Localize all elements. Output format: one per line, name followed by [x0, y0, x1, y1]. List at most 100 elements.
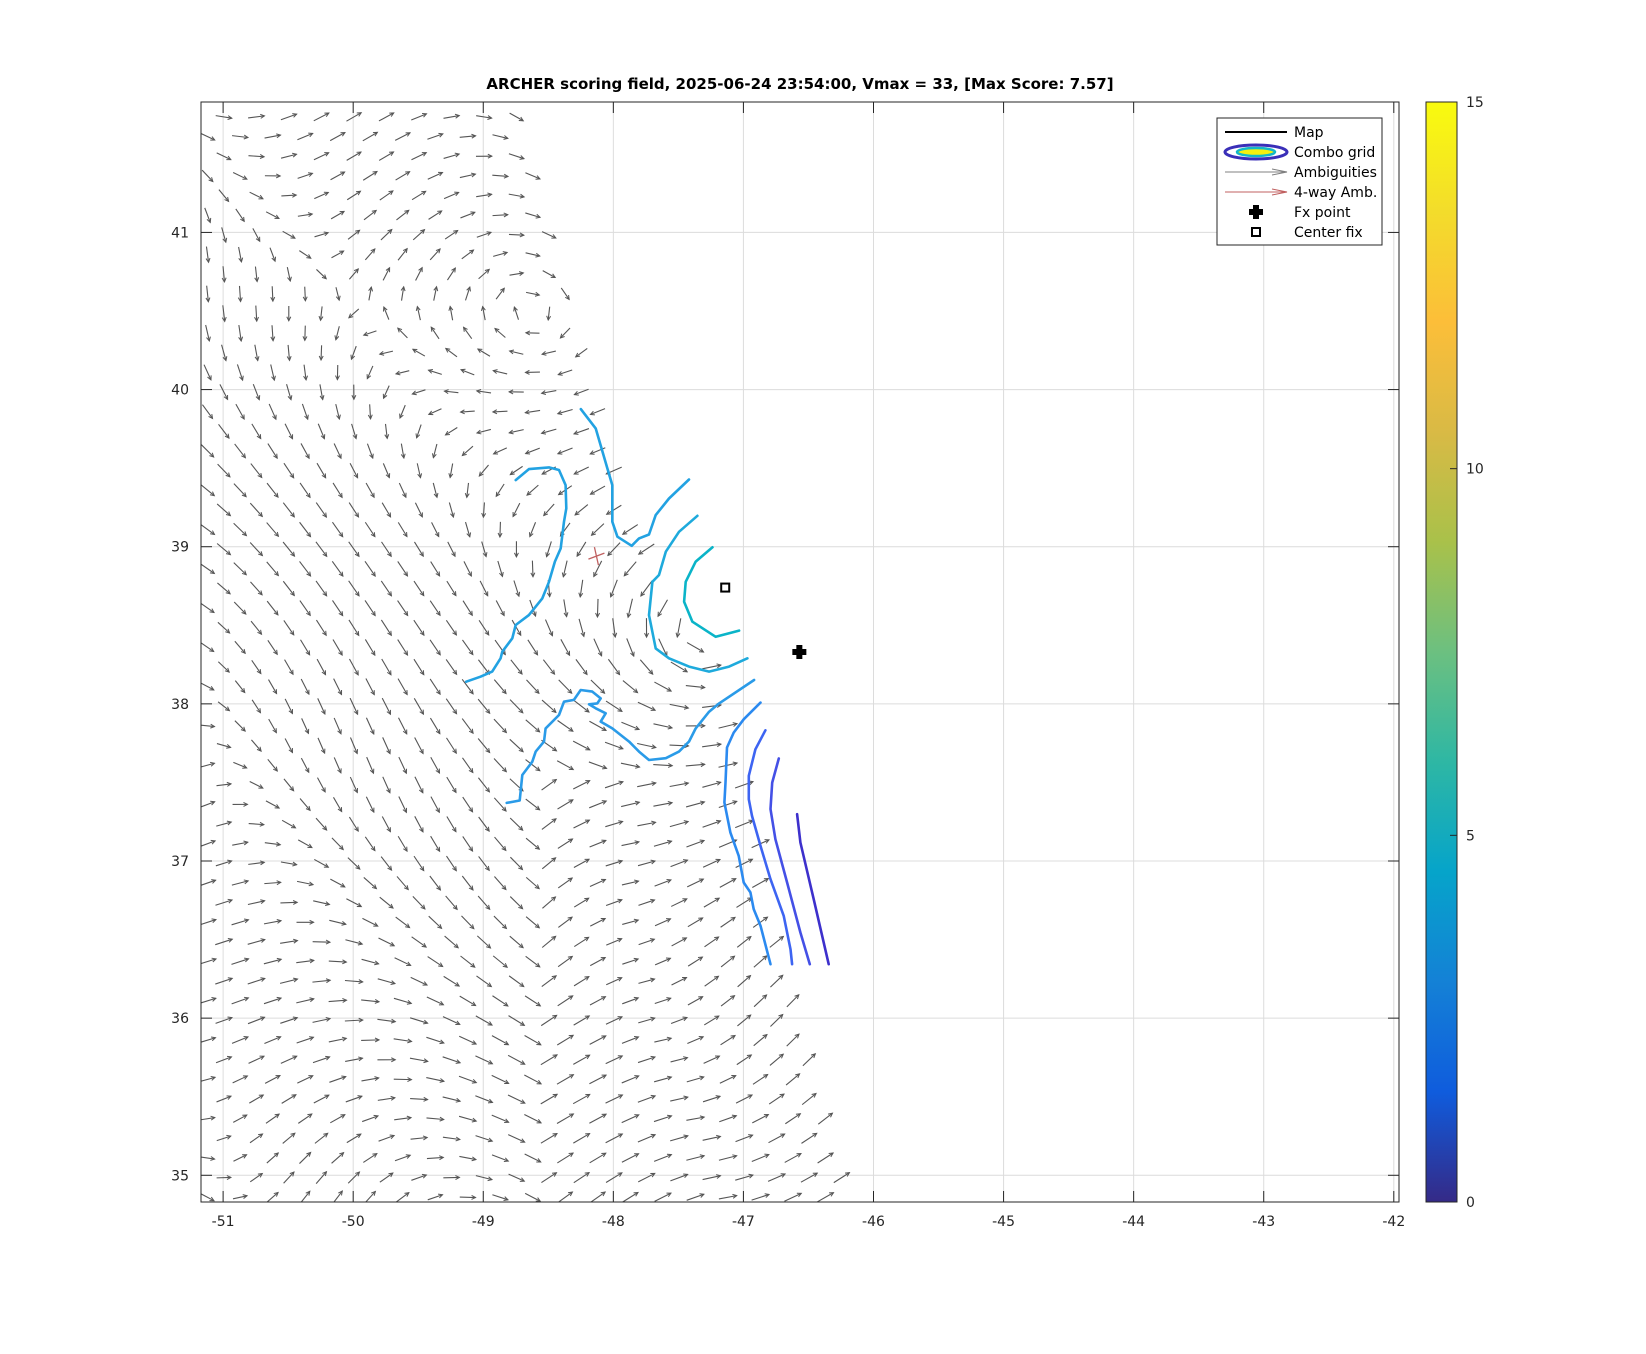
ambiguity-arrow — [332, 600, 342, 615]
arrow-shaft — [500, 522, 501, 537]
ambiguity-arrow — [280, 900, 297, 904]
ambiguity-arrow — [216, 1056, 231, 1062]
arrow-shaft — [688, 957, 702, 966]
ambiguity-arrow — [383, 777, 390, 793]
ambiguity-arrow — [590, 486, 605, 494]
arrow-shaft — [753, 1075, 768, 1085]
ambiguity-arrow — [558, 409, 573, 414]
ambiguity-arrow — [216, 821, 231, 826]
arrow-shaft — [268, 640, 277, 654]
arrow-shaft — [462, 758, 472, 773]
ambiguity-arrow — [268, 680, 276, 694]
arrow-shaft — [447, 816, 456, 831]
arrow-shaft — [541, 1173, 556, 1183]
arrow-shaft — [573, 1134, 589, 1144]
ambiguity-arrow — [654, 1115, 672, 1121]
arrow-shaft — [558, 839, 573, 848]
ambiguity-arrow — [234, 523, 247, 535]
ambiguity-arrow — [493, 370, 507, 374]
ambiguity-arrow — [232, 135, 248, 139]
ambiguity-arrow — [200, 524, 214, 534]
ambiguity-arrow — [476, 1176, 492, 1181]
ambiguity-arrow — [200, 1116, 215, 1120]
ambiguity-arrow — [476, 976, 491, 987]
ambiguity-arrow — [264, 958, 281, 963]
ambiguity-arrow — [251, 621, 261, 634]
arrow-shaft — [557, 1075, 573, 1085]
ambiguity-arrow — [299, 1152, 310, 1163]
ambiguity-arrow — [479, 817, 490, 831]
arrow-shaft — [736, 898, 751, 908]
ambiguity-arrow — [316, 269, 326, 278]
ambiguity-arrow — [719, 1155, 737, 1160]
ambiguity-arrow — [346, 899, 361, 907]
arrow-shaft — [428, 957, 443, 967]
ambiguity-arrow — [232, 880, 248, 885]
ambiguity-arrow — [413, 230, 424, 240]
ambiguity-arrow — [541, 1055, 557, 1065]
ambiguity-arrow — [297, 881, 313, 885]
ambiguity-arrow — [526, 720, 540, 732]
ambiguity-arrow — [509, 430, 523, 434]
ambiguity-arrow — [770, 1015, 782, 1027]
ambiguity-arrow — [394, 1078, 412, 1082]
arrow-shaft — [398, 328, 408, 338]
arrow-shaft — [573, 1055, 589, 1064]
arrow-shaft — [687, 643, 703, 652]
ambiguity-arrow — [398, 640, 408, 655]
ambiguity-arrow — [608, 543, 620, 556]
ambiguity-arrow — [513, 503, 520, 516]
ambiguity-arrow — [264, 1036, 280, 1043]
ambiguity-arrow — [396, 371, 409, 375]
arrow-shaft — [544, 504, 554, 516]
ambiguity-arrow — [362, 959, 379, 964]
arrow-shaft — [574, 937, 588, 946]
contour-line — [507, 680, 754, 803]
ambiguity-arrow — [349, 309, 359, 318]
arrow-shaft — [834, 1173, 850, 1183]
arrow-shaft — [398, 836, 407, 851]
ambiguity-arrow — [367, 757, 374, 773]
ambiguity-arrow — [476, 1136, 493, 1142]
arrow-shaft — [329, 961, 347, 962]
ambiguity-arrow — [573, 1094, 590, 1103]
arrow-shaft — [283, 503, 294, 517]
ambiguity-arrow — [478, 738, 490, 752]
ambiguity-arrow — [801, 1173, 817, 1182]
arrow-shaft — [462, 250, 474, 259]
ambiguity-arrow — [449, 503, 454, 518]
arrow-shaft — [721, 1035, 736, 1044]
ambiguity-arrow — [494, 876, 505, 889]
arrow-shaft — [333, 483, 342, 497]
ambiguity-arrow — [231, 958, 248, 964]
ambiguity-arrow — [686, 685, 705, 689]
ambiguity-arrow — [526, 680, 538, 693]
ambiguity-arrow — [721, 996, 734, 1006]
ambiguity-arrow — [346, 113, 361, 122]
ambiguity-arrow — [557, 1035, 573, 1045]
ambiguity-arrow — [365, 837, 375, 851]
ambiguity-arrow — [217, 543, 230, 554]
arrow-shaft — [446, 738, 456, 753]
arrow-shaft — [283, 1133, 295, 1143]
arrow-shaft — [526, 720, 540, 732]
arrow-shaft — [316, 818, 327, 830]
arrow-shaft — [495, 837, 506, 850]
ambiguity-arrow — [352, 385, 356, 400]
ambiguity-arrow — [215, 978, 232, 984]
ambiguity-arrow — [444, 153, 460, 158]
ambiguity-arrow — [410, 1018, 427, 1024]
arrow-shaft — [413, 230, 424, 240]
ambiguity-arrow — [558, 878, 572, 888]
arrow-shaft — [300, 561, 311, 575]
ambiguity-arrow — [287, 384, 292, 399]
arrow-shaft — [267, 562, 279, 576]
ambiguity-arrow — [493, 956, 507, 967]
ambiguity-arrow — [271, 325, 275, 340]
ambiguity-arrow — [590, 879, 605, 886]
arrow-shaft — [542, 897, 555, 908]
arrow-shaft — [366, 483, 374, 497]
arrow-shaft — [334, 679, 342, 695]
ambiguity-arrow — [574, 937, 588, 946]
ambiguity-arrow — [218, 662, 229, 672]
